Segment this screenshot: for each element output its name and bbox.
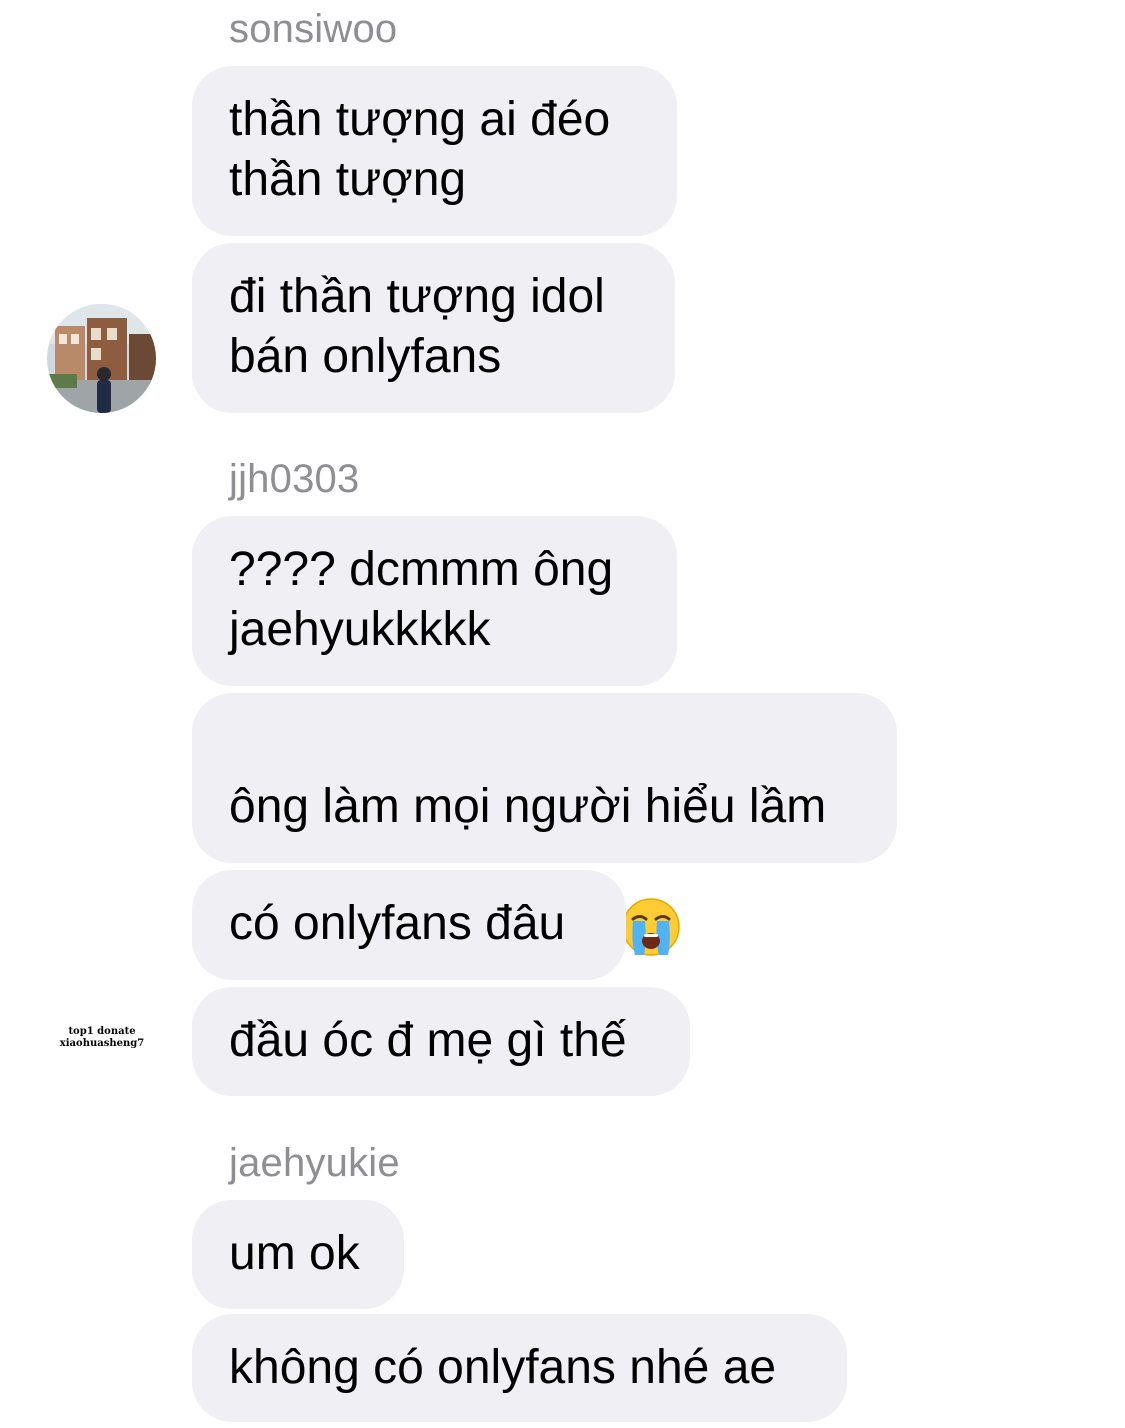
message-bubble[interactable]: um ok: [192, 1200, 404, 1309]
watermark: top1 donate xiaohuasheng7: [54, 1026, 150, 1050]
message-bubble[interactable]: thần tượng ai đéo thần tượng: [192, 66, 677, 236]
message-bubble[interactable]: đầu óc đ mẹ gì thế: [192, 987, 690, 1096]
sender-name-sonsiwoo: sonsiwoo: [229, 7, 398, 51]
sender-name-jjh0303: jjh0303: [229, 457, 360, 501]
message-bubble[interactable]: không có onlyfans nhé ae: [192, 1314, 847, 1422]
watermark-line-2: xiaohuasheng7: [59, 1038, 145, 1049]
sender-name-jaehyukie: jaehyukie: [229, 1141, 400, 1185]
message-bubble[interactable]: đi thần tượng idol bán onlyfans: [192, 243, 675, 413]
avatar-sonsiwoo[interactable]: [47, 304, 156, 413]
loudly-crying-face-icon: [622, 898, 680, 956]
message-bubble-with-emoji[interactable]: ông làm mọi người hiểu lầm pinut rồi kìa: [192, 693, 897, 956]
message-bubble[interactable]: ???? dcmmm ông jaehyukkkkk: [192, 516, 677, 686]
message-bubble[interactable]: có onlyfans đâu: [192, 870, 626, 980]
avatar-photo: [47, 304, 156, 413]
watermark-line-1: top1 donate: [68, 1026, 136, 1037]
